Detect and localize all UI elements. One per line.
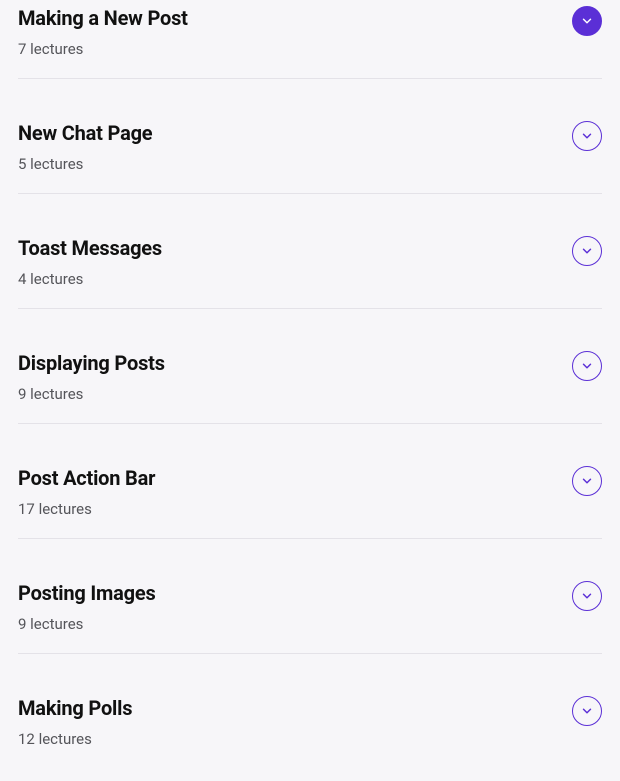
spacer [18,539,602,563]
section-text: Posting Images 9 lectures [18,581,156,633]
section-header: Toast Messages 4 lectures [18,236,602,288]
section-text: New Chat Page 5 lectures [18,121,152,173]
spacer [18,309,602,333]
section-row[interactable]: New Chat Page 5 lectures [18,103,602,194]
section-subtitle: 7 lectures [18,40,188,58]
section-title: Posting Images [18,581,156,605]
section-title: Toast Messages [18,236,162,260]
section-text: Displaying Posts 9 lectures [18,351,165,403]
expand-button[interactable] [572,236,602,266]
section-text: Making Polls 12 lectures [18,696,132,748]
section-text: Post Action Bar 17 lectures [18,466,155,518]
expand-button[interactable] [572,6,602,36]
section-row[interactable]: Toast Messages 4 lectures [18,218,602,309]
expand-button[interactable] [572,581,602,611]
section-header: New Chat Page 5 lectures [18,121,602,173]
expand-button[interactable] [572,351,602,381]
section-header: Post Action Bar 17 lectures [18,466,602,518]
section-title: Making Polls [18,696,132,720]
section-text: Toast Messages 4 lectures [18,236,162,288]
section-subtitle: 12 lectures [18,730,132,748]
section-row[interactable]: Making Polls 12 lectures [18,678,602,768]
section-row[interactable]: Making a New Post 7 lectures [18,0,602,79]
spacer [18,424,602,448]
chevron-down-icon [580,704,594,718]
section-header: Displaying Posts 9 lectures [18,351,602,403]
chevron-down-icon [580,589,594,603]
section-subtitle: 4 lectures [18,270,162,288]
section-subtitle: 5 lectures [18,155,152,173]
section-row[interactable]: Displaying Posts 9 lectures [18,333,602,424]
chevron-down-icon [580,14,594,28]
expand-button[interactable] [572,696,602,726]
section-title: Displaying Posts [18,351,165,375]
section-row[interactable]: Post Action Bar 17 lectures [18,448,602,539]
section-header: Making a New Post 7 lectures [18,6,602,58]
section-subtitle: 9 lectures [18,615,156,633]
expand-button[interactable] [572,121,602,151]
section-row[interactable]: Posting Images 9 lectures [18,563,602,654]
section-title: New Chat Page [18,121,152,145]
section-title: Post Action Bar [18,466,155,490]
section-header: Making Polls 12 lectures [18,696,602,748]
chevron-down-icon [580,129,594,143]
section-subtitle: 9 lectures [18,385,165,403]
section-subtitle: 17 lectures [18,500,155,518]
chevron-down-icon [580,244,594,258]
spacer [18,654,602,678]
spacer [18,79,602,103]
section-title: Making a New Post [18,6,188,30]
expand-button[interactable] [572,466,602,496]
chevron-down-icon [580,359,594,373]
sections-list: Making a New Post 7 lectures New Chat Pa… [0,0,620,768]
spacer [18,194,602,218]
section-header: Posting Images 9 lectures [18,581,602,633]
chevron-down-icon [580,474,594,488]
section-text: Making a New Post 7 lectures [18,6,188,58]
